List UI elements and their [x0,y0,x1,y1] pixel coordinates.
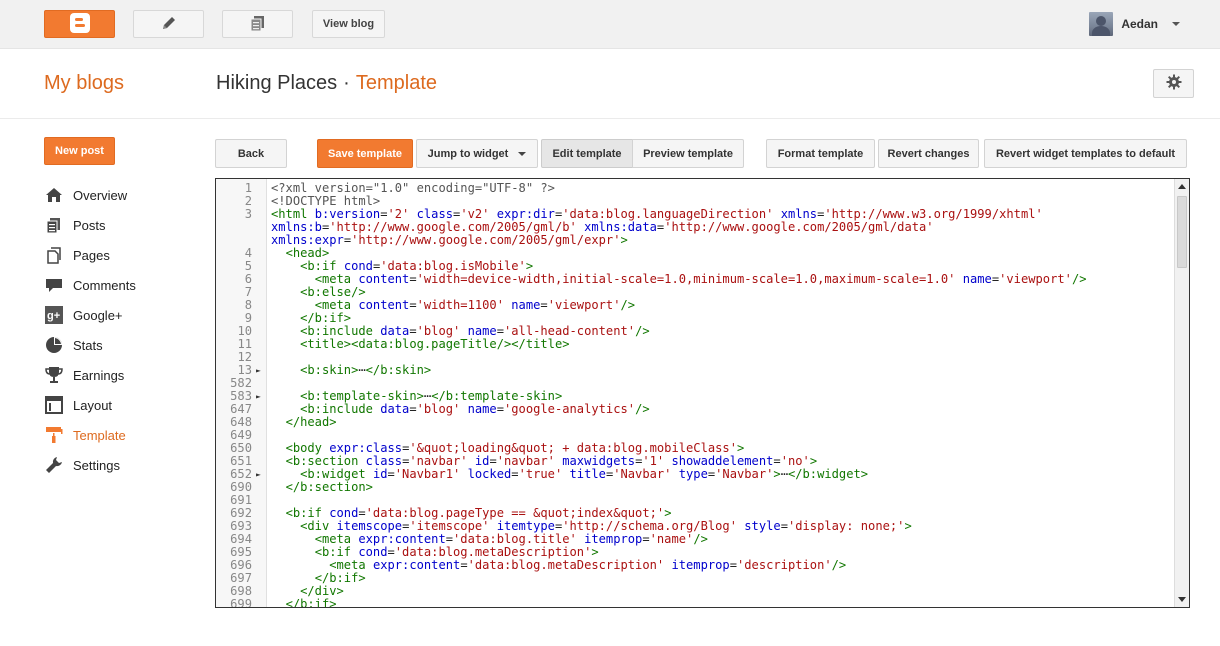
sidebar-item-label: Google+ [73,307,123,323]
edit-template-button[interactable]: Edit template [541,139,633,168]
blogger-logo-icon [69,12,90,36]
sidebar-item-overview[interactable]: Overview [44,180,204,210]
template-code-editor[interactable]: 1 <?xml version="1.0" encoding="UTF-8" ?>… [215,178,1190,608]
blog-name[interactable]: Hiking Places [216,72,337,94]
stats-icon [44,336,64,354]
page-title: Template [355,72,437,94]
breadcrumb: Hiking Places · Template [216,72,437,95]
wrench-icon [44,456,64,474]
blogger-home-button[interactable] [44,10,115,38]
preview-template-button[interactable]: Preview template [632,139,744,168]
fold-arrow-icon[interactable]: ► [256,468,261,481]
sidebar-item-label: Template [73,427,126,443]
sidebar-item-posts[interactable]: Posts [44,210,204,240]
code-line[interactable]: 690 </b:section> [216,481,1174,494]
sidebar-item-label: Comments [73,277,136,293]
code-line[interactable]: 648 </head> [216,416,1174,429]
jump-to-widget-dropdown[interactable]: Jump to widget [416,139,538,168]
scrollbar-thumb[interactable] [1177,196,1187,268]
breadcrumb-separator: · [343,72,350,94]
user-name: Aedan [1121,17,1158,31]
template-icon [44,426,64,444]
code-line[interactable]: 8 <meta content='width=1100' name='viewp… [216,299,1174,312]
sidebar-item-label: Overview [73,187,128,203]
code-line[interactable]: 11 <title><data:blog.pageTitle/></title> [216,338,1174,351]
google-plus-icon: g+ [44,306,64,324]
format-template-button[interactable]: Format template [766,139,875,168]
code-text: <title><data:blog.pageTitle/></title> [300,337,570,351]
svg-text:g+: g+ [47,310,60,322]
user-menu[interactable]: Aedan [1089,12,1180,36]
sidebar-item-comments[interactable]: Comments [44,270,204,300]
vertical-scrollbar[interactable] [1174,179,1189,607]
code-line[interactable]: 697 </b:if> [216,572,1174,585]
line-number: 699 [230,597,252,608]
fold-arrow-icon[interactable]: ► [256,390,261,403]
pencil-icon [160,14,178,35]
home-icon [44,186,64,204]
code-line[interactable]: 699 </b:if> [216,598,1174,608]
jump-to-widget-label: Jump to widget [427,147,509,160]
chevron-down-icon [1172,22,1180,26]
settings-gear-button[interactable] [1153,69,1194,98]
sidebar-nav: Overview Posts Pages Comments g+ Google+… [44,180,204,480]
fold-arrow-icon[interactable]: ► [256,364,261,377]
new-post-button[interactable]: New post [44,137,115,165]
sidebar-item-settings[interactable]: Settings [44,450,204,480]
code-text: </b:if> [285,597,337,608]
code-text: <b:skin>⋯</b:skin> [300,363,432,377]
gear-icon [1166,74,1182,93]
top-bar: View blog Aedan [0,0,1220,49]
layout-icon [44,396,64,414]
sidebar-item-earnings[interactable]: Earnings [44,360,204,390]
sidebar-item-label: Settings [73,457,120,473]
sidebar-item-label: Stats [73,337,103,353]
back-button[interactable]: Back [215,139,287,168]
avatar [1089,12,1114,36]
chevron-down-icon [518,151,527,156]
code-line[interactable]: xmlns:expr='http://www.google.com/2005/g… [216,234,1174,247]
code-line[interactable]: 13 ► <b:skin>⋯</b:skin> [216,364,1174,377]
sidebar-item-label: Pages [73,247,110,263]
new-post-pencil-button[interactable] [133,10,204,38]
code-text: </b:section> [285,480,373,494]
view-blog-button[interactable]: View blog [312,10,385,38]
save-template-button[interactable]: Save template [317,139,413,168]
sidebar-item-pages[interactable]: Pages [44,240,204,270]
sidebar-item-layout[interactable]: Layout [44,390,204,420]
sidebar-item-google-plus[interactable]: g+ Google+ [44,300,204,330]
sidebar-item-label: Layout [73,397,113,413]
pages-icon [249,14,267,35]
posts-icon [44,216,64,234]
pages-icon [44,246,64,264]
scroll-up-arrow-icon[interactable] [1178,184,1186,189]
sidebar-item-stats[interactable]: Stats [44,330,204,360]
sidebar-item-label: Posts [73,217,106,233]
sidebar-item-label: Earnings [73,367,125,383]
code-text: </head> [285,415,337,429]
scroll-down-arrow-icon[interactable] [1178,597,1186,602]
revert-changes-button[interactable]: Revert changes [878,139,979,168]
posts-list-button[interactable] [222,10,293,38]
trophy-icon [44,366,64,384]
code-line[interactable]: 647 <b:include data='blog' name='google-… [216,403,1174,416]
comments-icon [44,276,64,294]
sidebar-item-template[interactable]: Template [44,420,204,450]
code-area[interactable]: 1 <?xml version="1.0" encoding="UTF-8" ?>… [216,182,1174,608]
page-header: My blogs Hiking Places · Template [0,50,1220,119]
code-line[interactable]: 698 </div> [216,585,1174,598]
line-number: 3 [244,207,252,221]
revert-widget-templates-button[interactable]: Revert widget templates to default [984,139,1187,168]
code-text: <meta content='width=device-width,initia… [314,272,1087,286]
my-blogs-link[interactable]: My blogs [44,72,124,95]
